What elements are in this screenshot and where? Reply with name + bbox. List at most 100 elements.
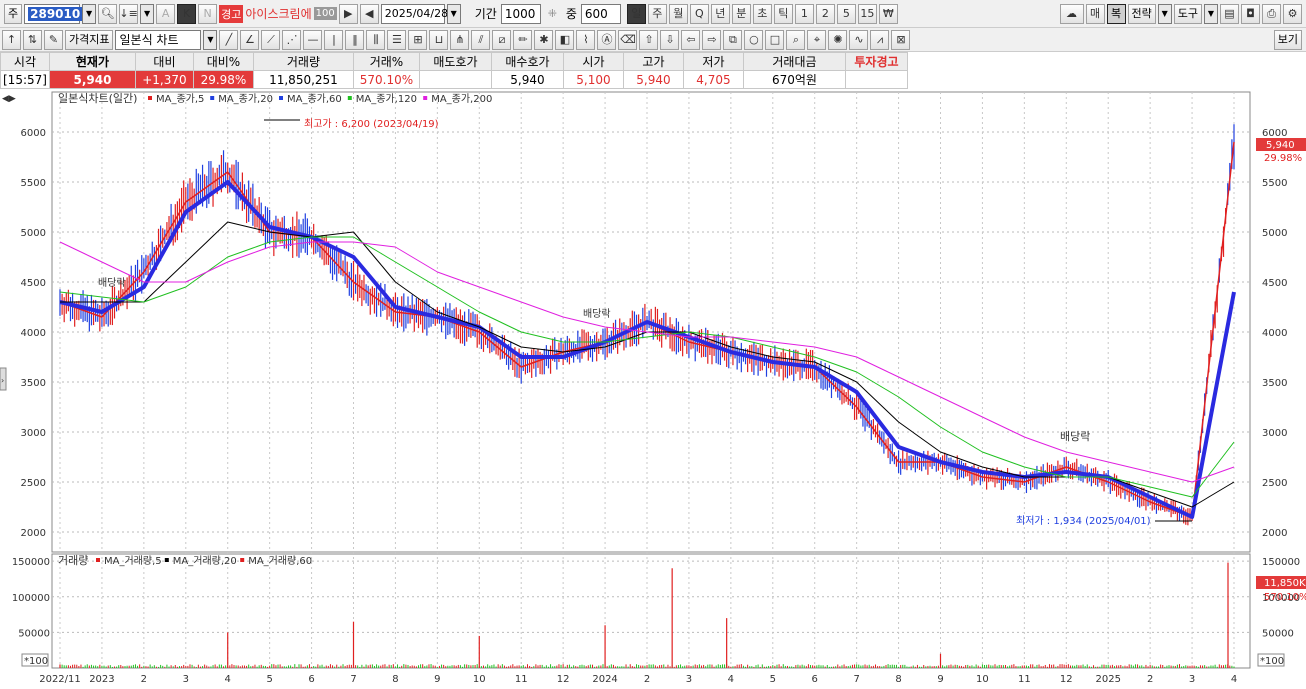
code-dropdown-icon[interactable]: ▼ — [82, 3, 97, 24]
compound-button[interactable]: 복 — [1106, 3, 1126, 24]
period-input[interactable]: 1000 — [500, 3, 541, 24]
interval-15-button[interactable]: 15 — [857, 3, 877, 24]
wave-tool-icon[interactable]: ∿ — [849, 29, 869, 50]
strategy-button[interactable]: 전략 — [1127, 3, 1156, 24]
chart-type-dropdown-icon[interactable]: ▼ — [203, 29, 218, 50]
cycle-lines-icon[interactable]: ‖ — [345, 29, 365, 50]
x-axis-label: 9 — [434, 674, 440, 685]
copy-tool-icon[interactable]: ⧉ — [723, 29, 743, 50]
n-button[interactable]: N — [198, 3, 218, 24]
trendline-icon[interactable]: ╱ — [219, 29, 239, 50]
period-second-button[interactable]: 초 — [752, 3, 772, 24]
chart-area[interactable]: 6000 6000 5500 5500 5000 5000 4500 4500 4000 4000… — [0, 90, 1306, 686]
gann-icon[interactable]: ⊞ — [408, 29, 428, 50]
volume-y-tick-right: 150000 — [1262, 557, 1300, 568]
circle-tool-icon[interactable]: ○ — [744, 29, 764, 50]
ray-line-icon[interactable]: ⟋ — [261, 29, 281, 50]
trade-button[interactable]: 매 — [1085, 3, 1105, 24]
horizontal-line-icon[interactable]: — — [303, 29, 323, 50]
settings-icon[interactable]: ⚙ — [1283, 3, 1302, 24]
period-day-button[interactable]: 일 — [626, 3, 646, 24]
price-y-tick-right: 4500 — [1262, 278, 1287, 289]
price-y-tick-right: 3000 — [1262, 428, 1287, 439]
settings-tool-icon[interactable]: ✺ — [828, 29, 848, 50]
price-y-tick-left: 4500 — [21, 278, 46, 289]
arrow-right-tool-icon[interactable]: ⇨ — [702, 29, 722, 50]
brush-icon[interactable]: ⌇ — [576, 29, 596, 50]
fibonacci-retrace-icon[interactable]: ☰ — [387, 29, 407, 50]
zigzag-tool-icon[interactable]: ⩘ — [870, 29, 890, 50]
volume-unit-right: *100 — [1260, 656, 1284, 667]
legend-swatch — [210, 96, 215, 100]
save-icon[interactable]: ◘ — [1241, 3, 1260, 24]
arrow-up-tool-icon[interactable]: ⇧ — [639, 29, 659, 50]
date-input[interactable]: 2025/04/28 — [380, 3, 448, 24]
clear-tool-icon[interactable]: ⊠ — [891, 29, 911, 50]
price-y-tick-right: 2500 — [1262, 478, 1287, 489]
interval-1-button[interactable]: 1 — [794, 3, 814, 24]
fan-line-icon[interactable]: ⋰ — [282, 29, 302, 50]
rectangle-tool-icon[interactable]: □ — [765, 29, 785, 50]
quote-high: 5,940 — [622, 70, 684, 89]
market-button[interactable]: 주 — [4, 3, 23, 24]
period-minute-button[interactable]: 분 — [731, 3, 751, 24]
interval-2-button[interactable]: 2 — [815, 3, 835, 24]
fibonacci-time-icon[interactable]: ⫼ — [366, 29, 386, 50]
quote-time: [15:57] — [0, 70, 50, 89]
x-axis-label: 3 — [1189, 674, 1195, 685]
chart-svg[interactable]: 6000 6000 5500 5500 5000 5000 4500 4500 4000 4000… — [0, 90, 1306, 686]
zoom-tool-icon[interactable]: ⌕ — [786, 29, 806, 50]
parallel-lines-icon[interactable]: ⫽ — [471, 29, 491, 50]
crosshair-tool-icon[interactable]: ⌖ — [807, 29, 827, 50]
period-month-button[interactable]: 월 — [668, 3, 688, 24]
cloud-icon[interactable]: ☁ — [1059, 3, 1084, 24]
vertical-line-icon[interactable]: | — [324, 29, 344, 50]
sort-icon[interactable]: ↓≡ — [119, 3, 139, 24]
date-dropdown-icon[interactable]: ▼ — [446, 3, 461, 24]
tools-dropdown-icon[interactable]: ▼ — [1204, 3, 1218, 24]
sort-dropdown-icon[interactable]: ▼ — [140, 3, 155, 24]
overlap-label: 중 — [565, 7, 577, 21]
color-picker-icon[interactable]: ◧ — [555, 29, 575, 50]
text-tool-icon[interactable]: Ⓐ — [597, 29, 617, 50]
arrow-left-tool-icon[interactable]: ⇦ — [681, 29, 701, 50]
prev-arrow-icon[interactable]: ◀ — [359, 3, 379, 24]
overlap-input[interactable]: 600 — [580, 3, 621, 24]
edit-icon[interactable]: ✎ — [44, 29, 63, 50]
erase-icon[interactable]: ⌫ — [618, 29, 638, 50]
up-arrow-icon[interactable]: ↑ — [2, 29, 21, 50]
interval-5-button[interactable]: 5 — [836, 3, 856, 24]
volume-y-tick-left: 50000 — [18, 628, 50, 639]
tools-button[interactable]: 도구 — [1173, 3, 1202, 24]
print-icon[interactable]: ⎙ — [1262, 3, 1281, 24]
view-button[interactable]: 보기 — [1273, 29, 1302, 50]
next-arrow-icon[interactable]: ▶ — [338, 3, 358, 24]
quote-table: 시각 현재가 대비 대비% 거래량 거래% 매도호가 매수호가 시가 고가 저가… — [0, 52, 908, 89]
k-button[interactable]: K — [177, 3, 197, 24]
chart-type-select[interactable]: 일본식 차트 — [115, 29, 202, 50]
period-quarter-button[interactable]: Q — [689, 3, 709, 24]
period-week-button[interactable]: 주 — [647, 3, 667, 24]
current-pct-tag: 29.98% — [1264, 153, 1302, 164]
warning-tag: 경고 — [219, 4, 244, 23]
expand-handle-icon[interactable]: ◀▶ — [2, 94, 16, 104]
strategy-dropdown-icon[interactable]: ▼ — [1157, 3, 1172, 24]
magic-wand-icon[interactable]: ✱ — [534, 29, 554, 50]
x-axis-label: 3 — [686, 674, 692, 685]
speed-lines-icon[interactable]: ⊔ — [429, 29, 449, 50]
period-year-button[interactable]: 년 — [710, 3, 730, 24]
swap-arrows-icon[interactable]: ⇅ — [23, 29, 42, 50]
a-button[interactable]: A — [156, 3, 176, 24]
search-icon[interactable]: 🔍︎ — [98, 3, 118, 24]
angle-line-icon[interactable]: ∠ — [240, 29, 260, 50]
price-indicator-button[interactable]: 가격지표 — [65, 29, 114, 50]
period-tick-button[interactable]: 틱 — [773, 3, 793, 24]
channel-icon[interactable]: ⧄ — [492, 29, 512, 50]
arrow-down-tool-icon[interactable]: ⇩ — [660, 29, 680, 50]
pencil-icon[interactable]: ✏ — [513, 29, 533, 50]
andrews-pitchfork-icon[interactable]: ⋔ — [450, 29, 470, 50]
interval-custom-icon[interactable]: ₩ — [878, 3, 898, 24]
folder-icon[interactable]: ▤ — [1220, 3, 1239, 24]
link-icon[interactable]: ⁜ — [543, 4, 562, 24]
stock-code-input[interactable]: 289010 — [24, 3, 83, 24]
